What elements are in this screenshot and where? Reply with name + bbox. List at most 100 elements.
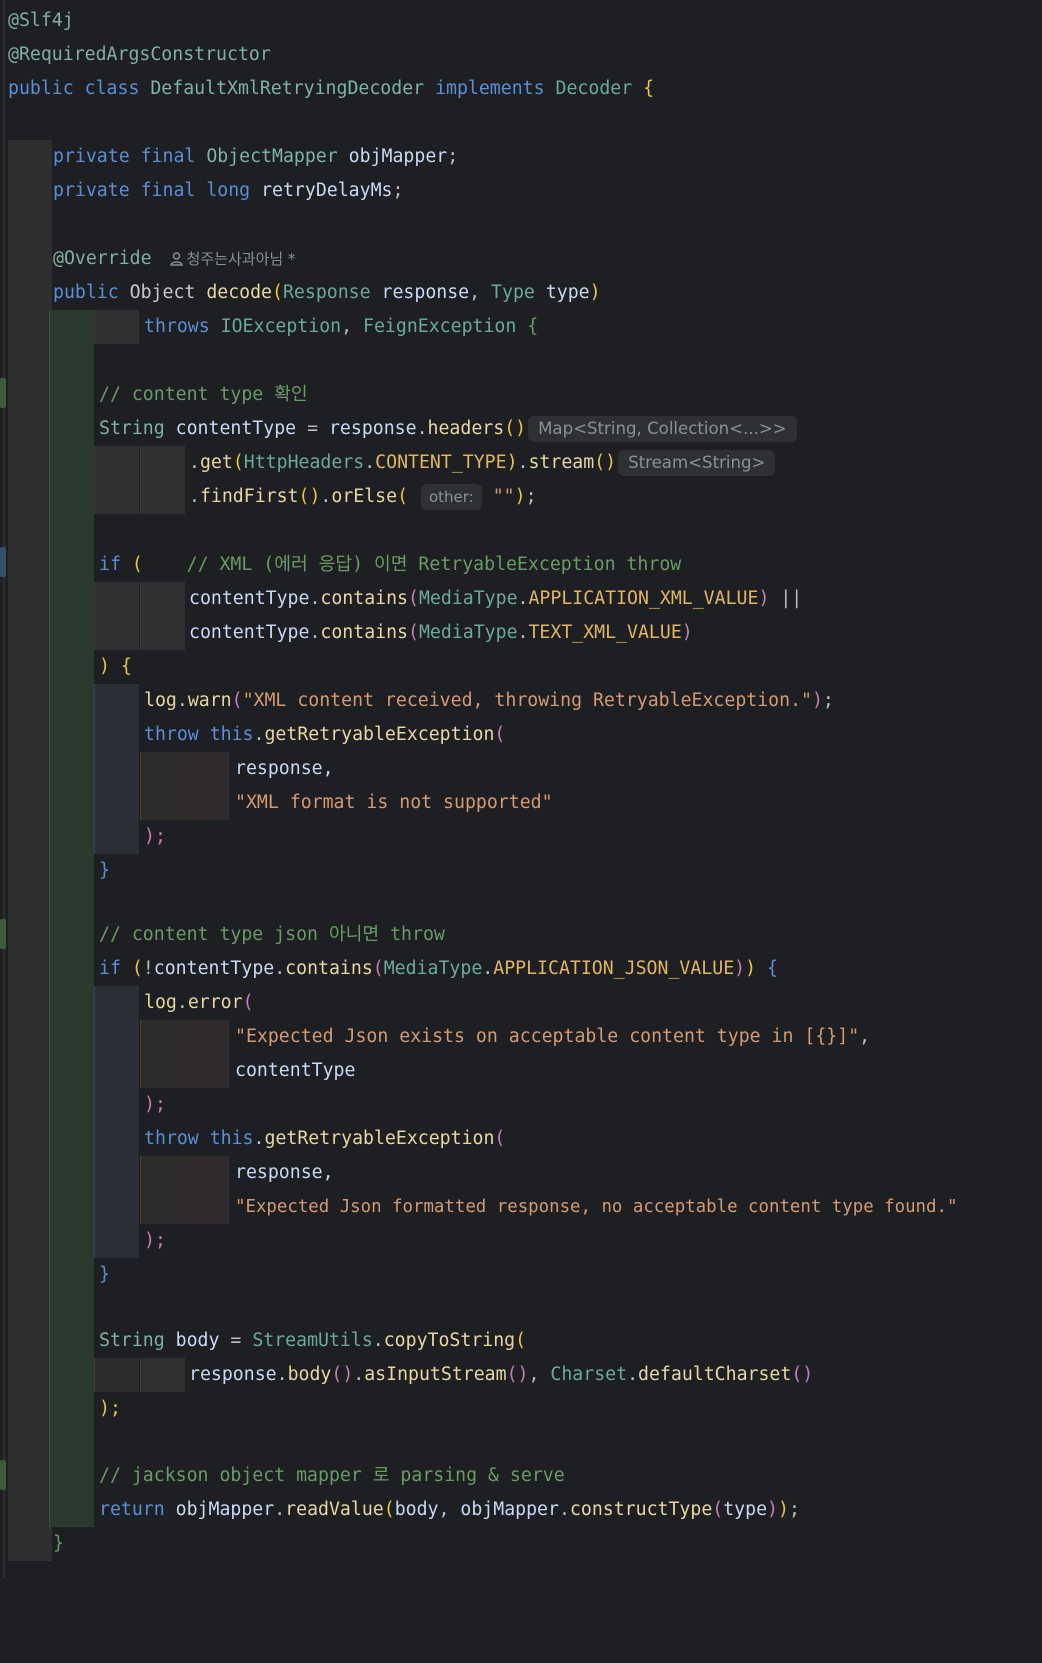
- keyword: return: [99, 1499, 165, 1520]
- brace: {: [527, 316, 539, 337]
- code-editor[interactable]: @Slf4j @RequiredArgsConstructor public c…: [0, 0, 1042, 1578]
- indent-guide: [8, 140, 52, 174]
- code-line[interactable]: public class DefaultXmlRetryingDecoder i…: [0, 72, 1042, 106]
- method-name: asInputStream: [364, 1364, 507, 1385]
- type-name: Response: [282, 282, 371, 303]
- param-inlay-hint[interactable]: other:: [420, 484, 482, 510]
- code-line[interactable]: String contentType = response.headers() M…: [0, 412, 1042, 446]
- class-name: MediaType: [418, 622, 518, 643]
- code-line[interactable]: .get(HttpHeaders.CONTENT_TYPE).stream() S…: [0, 446, 1042, 480]
- code-line[interactable]: contentType.contains(MediaType.TEXT_XML_…: [0, 616, 1042, 650]
- code-line[interactable]: "XML format is not supported": [0, 786, 1042, 820]
- argument: type: [723, 1499, 768, 1520]
- type-name: Object: [129, 282, 196, 303]
- field-name: objMapper: [348, 146, 448, 167]
- indent-guide: [8, 174, 52, 208]
- code-line[interactable]: @Override 청주는사과아님 *: [0, 242, 1042, 276]
- code-line[interactable]: response,: [0, 1156, 1042, 1190]
- method-name: constructType: [569, 1499, 713, 1520]
- method-name: stream: [528, 452, 595, 473]
- code-line[interactable]: throw this.getRetryableException(: [0, 718, 1042, 752]
- code-author-hint[interactable]: 청주는사과아님 *: [169, 250, 295, 268]
- variable-name: log: [144, 690, 177, 711]
- code-line[interactable]: log.warn("XML content received, throwing…: [0, 684, 1042, 718]
- keyword: class: [84, 78, 140, 99]
- comment: // XML (에러 응답) 이면 RetryableException thr…: [186, 554, 682, 575]
- method-name: error: [187, 992, 243, 1013]
- brace: ) {: [99, 656, 132, 677]
- class-name: MediaType: [418, 588, 518, 609]
- code-line[interactable]: private final ObjectMapper objMapper;: [0, 140, 1042, 174]
- method-name: body: [287, 1364, 332, 1385]
- method-name: contains: [320, 588, 409, 609]
- code-line[interactable]: public Object decode(Response response, …: [0, 276, 1042, 310]
- code-line[interactable]: response,: [0, 752, 1042, 786]
- punctuation: );: [144, 1094, 166, 1115]
- code-line[interactable]: if (!contentType.contains(MediaType.APPL…: [0, 952, 1042, 986]
- class-name: Charset: [550, 1364, 628, 1385]
- brace: }: [99, 860, 110, 881]
- method-name: defaultCharset: [638, 1364, 792, 1385]
- code-line[interactable]: throw this.getRetryableException(: [0, 1122, 1042, 1156]
- code-line[interactable]: .findFirst().orElse( other: "");: [0, 480, 1042, 514]
- operator: =: [307, 418, 319, 439]
- field-name: retryDelayMs: [261, 180, 393, 201]
- indent-guide: [8, 310, 52, 344]
- code-line[interactable]: // content type 확인: [0, 378, 1042, 412]
- code-line[interactable]: "Expected Json formatted response, no ac…: [0, 1190, 1042, 1224]
- class-name: DefaultXmlRetryingDecoder: [150, 78, 425, 99]
- annotation: @Slf4j: [8, 10, 74, 31]
- code-line[interactable]: "Expected Json exists on acceptable cont…: [0, 1020, 1042, 1054]
- code-line[interactable]: [0, 208, 1042, 242]
- punctuation: );: [99, 1398, 121, 1419]
- code-line[interactable]: [0, 888, 1042, 922]
- type-name: String: [99, 418, 165, 439]
- code-line[interactable]: );: [0, 820, 1042, 854]
- code-line[interactable]: private final long retryDelayMs;: [0, 174, 1042, 208]
- type-inlay-hint[interactable]: Map<String, Collection<...>>: [528, 416, 797, 442]
- indent-guide: [8, 208, 52, 242]
- variable-name: body: [175, 1330, 220, 1351]
- code-line[interactable]: throws IOException, FeignException {: [0, 310, 1042, 344]
- keyword: throw: [144, 1128, 199, 1149]
- code-line[interactable]: }: [0, 854, 1042, 888]
- code-line[interactable]: }: [0, 1527, 1042, 1561]
- code-line[interactable]: ) {: [0, 650, 1042, 684]
- code-line[interactable]: contentType.contains(MediaType.APPLICATI…: [0, 582, 1042, 616]
- code-line[interactable]: // jackson object mapper 로 parsing & ser…: [0, 1459, 1042, 1493]
- code-line[interactable]: @RequiredArgsConstructor: [0, 38, 1042, 72]
- string-literal: "": [492, 486, 515, 507]
- code-line[interactable]: String body = StreamUtils.copyToString(: [0, 1324, 1042, 1358]
- code-line[interactable]: contentType: [0, 1054, 1042, 1088]
- code-line[interactable]: // content type json 아니면 throw: [0, 918, 1042, 952]
- code-line[interactable]: [0, 514, 1042, 548]
- code-line[interactable]: );: [0, 1224, 1042, 1258]
- code-line[interactable]: [0, 1292, 1042, 1326]
- code-line[interactable]: log.error(: [0, 986, 1042, 1020]
- user-icon: [169, 252, 183, 266]
- param-name: type: [545, 282, 590, 303]
- method-name: contains: [320, 622, 409, 643]
- brace: {: [643, 78, 655, 99]
- code-line[interactable]: return objMapper.readValue(body, objMapp…: [0, 1493, 1042, 1527]
- code-line[interactable]: }: [0, 1258, 1042, 1292]
- code-line[interactable]: [0, 344, 1042, 378]
- code-line[interactable]: );: [0, 1088, 1042, 1122]
- method-name: orElse: [331, 486, 398, 507]
- variable-name: contentType: [189, 588, 310, 609]
- class-name: MediaType: [383, 958, 483, 979]
- code-line[interactable]: @Slf4j: [0, 4, 1042, 38]
- code-line[interactable]: response.body().asInputStream(), Charset…: [0, 1358, 1042, 1392]
- type-inlay-hint[interactable]: Stream<String>: [618, 450, 776, 476]
- punctuation: ;: [392, 180, 404, 201]
- keyword: this: [209, 724, 254, 745]
- keyword: throws: [144, 316, 210, 337]
- variable-name: log: [144, 992, 177, 1013]
- keyword: implements: [435, 78, 545, 99]
- punctuation: ;: [447, 146, 459, 167]
- variable-name: response: [189, 1364, 277, 1385]
- annotation: @Override: [53, 248, 152, 269]
- code-line[interactable]: [0, 1426, 1042, 1460]
- code-line[interactable]: );: [0, 1392, 1042, 1426]
- code-line[interactable]: if ( // XML (에러 응답) 이면 RetryableExceptio…: [0, 548, 1042, 582]
